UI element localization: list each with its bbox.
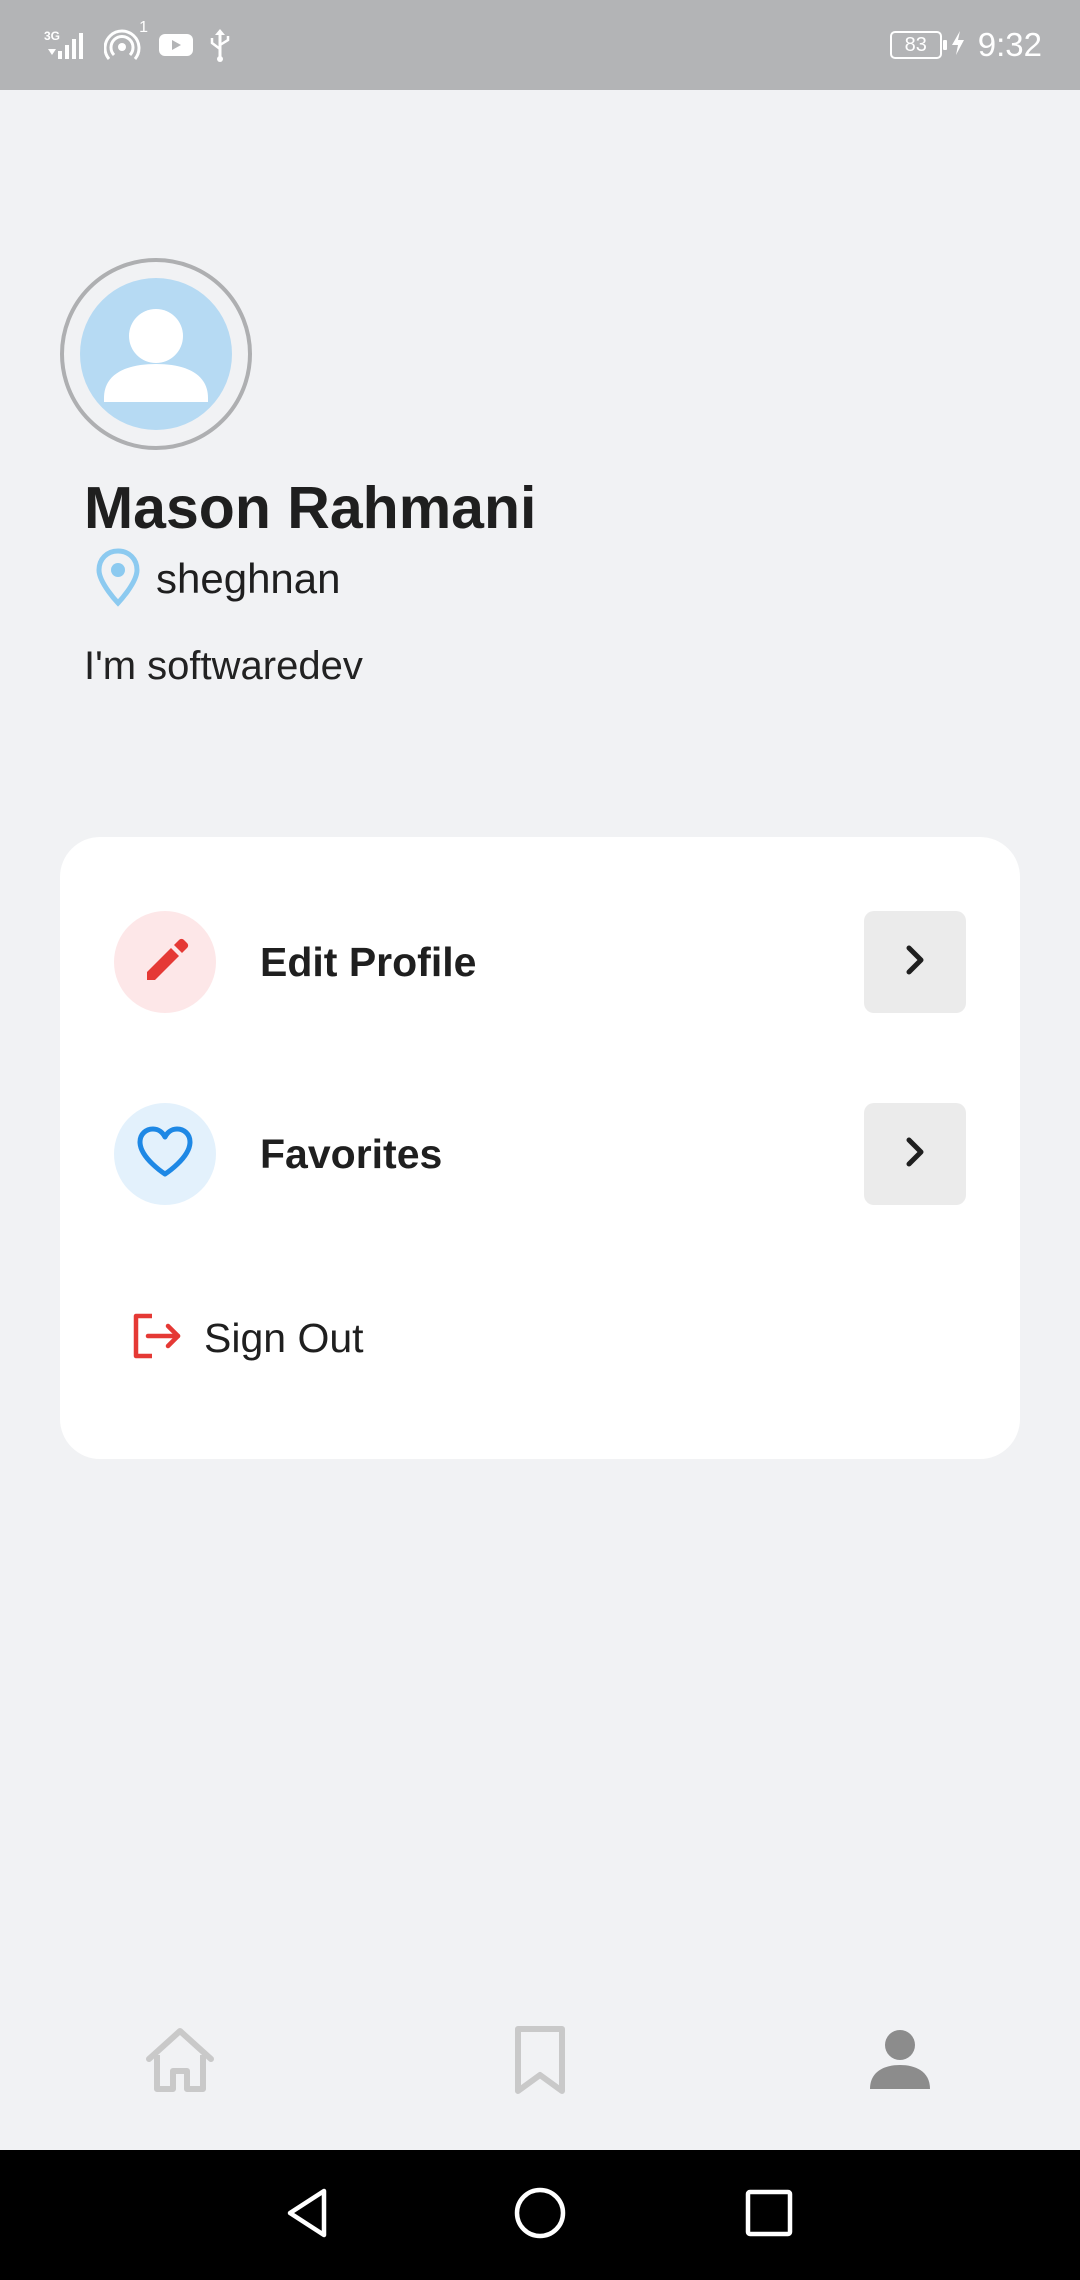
chevron-right-icon — [895, 1132, 935, 1177]
youtube-icon — [158, 31, 194, 59]
edit-profile-row[interactable]: Edit Profile — [114, 911, 966, 1013]
sign-out-label: Sign Out — [204, 1314, 364, 1361]
sign-out-button[interactable]: Sign Out — [130, 1307, 364, 1369]
pencil-icon — [137, 932, 193, 993]
profile-screen: 3G 1 83 9:32 Mason Rahmani sheghnan I'm … — [0, 0, 1080, 2280]
nav-bookmarks[interactable] — [500, 2022, 580, 2102]
system-home-button[interactable] — [505, 2180, 575, 2250]
chevron-right-icon — [895, 940, 935, 985]
battery-level: 83 — [904, 33, 927, 56]
usb-icon — [208, 27, 232, 63]
bookmark-icon — [510, 2025, 570, 2100]
home-icon — [143, 2025, 217, 2100]
profile-bio: I'm softwaredev — [84, 644, 363, 688]
system-navigation-bar — [0, 2150, 1080, 2280]
notification-count: 1 — [139, 19, 148, 36]
back-triangle-icon — [280, 2185, 336, 2246]
profile-location: sheghnan — [94, 547, 341, 612]
nav-home[interactable] — [140, 2022, 220, 2102]
status-time: 9:32 — [977, 26, 1042, 63]
nav-profile[interactable] — [860, 2022, 940, 2102]
hotspot-icon: 1 — [104, 19, 148, 63]
edit-profile-chevron-button[interactable] — [864, 911, 966, 1013]
svg-text:3G: 3G — [44, 29, 60, 43]
user-avatar-icon — [80, 278, 232, 430]
profile-menu-card: Edit Profile Favorites Sign Out — [60, 837, 1020, 1459]
favorites-chevron-button[interactable] — [864, 1103, 966, 1205]
status-icons-left: 3G 1 — [44, 19, 232, 68]
logout-icon — [130, 1311, 184, 1366]
location-text: sheghnan — [156, 555, 341, 602]
favorites-row[interactable]: Favorites — [114, 1103, 966, 1205]
favorites-label: Favorites — [260, 1131, 443, 1177]
edit-profile-label: Edit Profile — [260, 939, 477, 985]
bottom-navigation — [0, 2010, 1080, 2110]
profile-name: Mason Rahmani — [84, 475, 537, 541]
charging-icon — [950, 29, 966, 62]
status-bar: 3G 1 83 9:32 — [0, 0, 1080, 90]
system-recents-button[interactable] — [734, 2180, 804, 2250]
profile-icon — [867, 2027, 933, 2098]
favorites-icon-badge — [114, 1103, 216, 1205]
home-circle-icon — [512, 2185, 568, 2246]
recents-square-icon — [741, 2185, 797, 2246]
edit-profile-icon-badge — [114, 911, 216, 1013]
status-icons-right: 83 9:32 — [889, 20, 1042, 70]
signal-icon: 3G — [44, 27, 90, 63]
location-pin-icon — [94, 547, 142, 612]
avatar[interactable] — [60, 258, 252, 450]
heart-icon — [134, 1124, 196, 1185]
battery-icon: 83 — [889, 31, 947, 59]
system-back-button[interactable] — [273, 2180, 343, 2250]
